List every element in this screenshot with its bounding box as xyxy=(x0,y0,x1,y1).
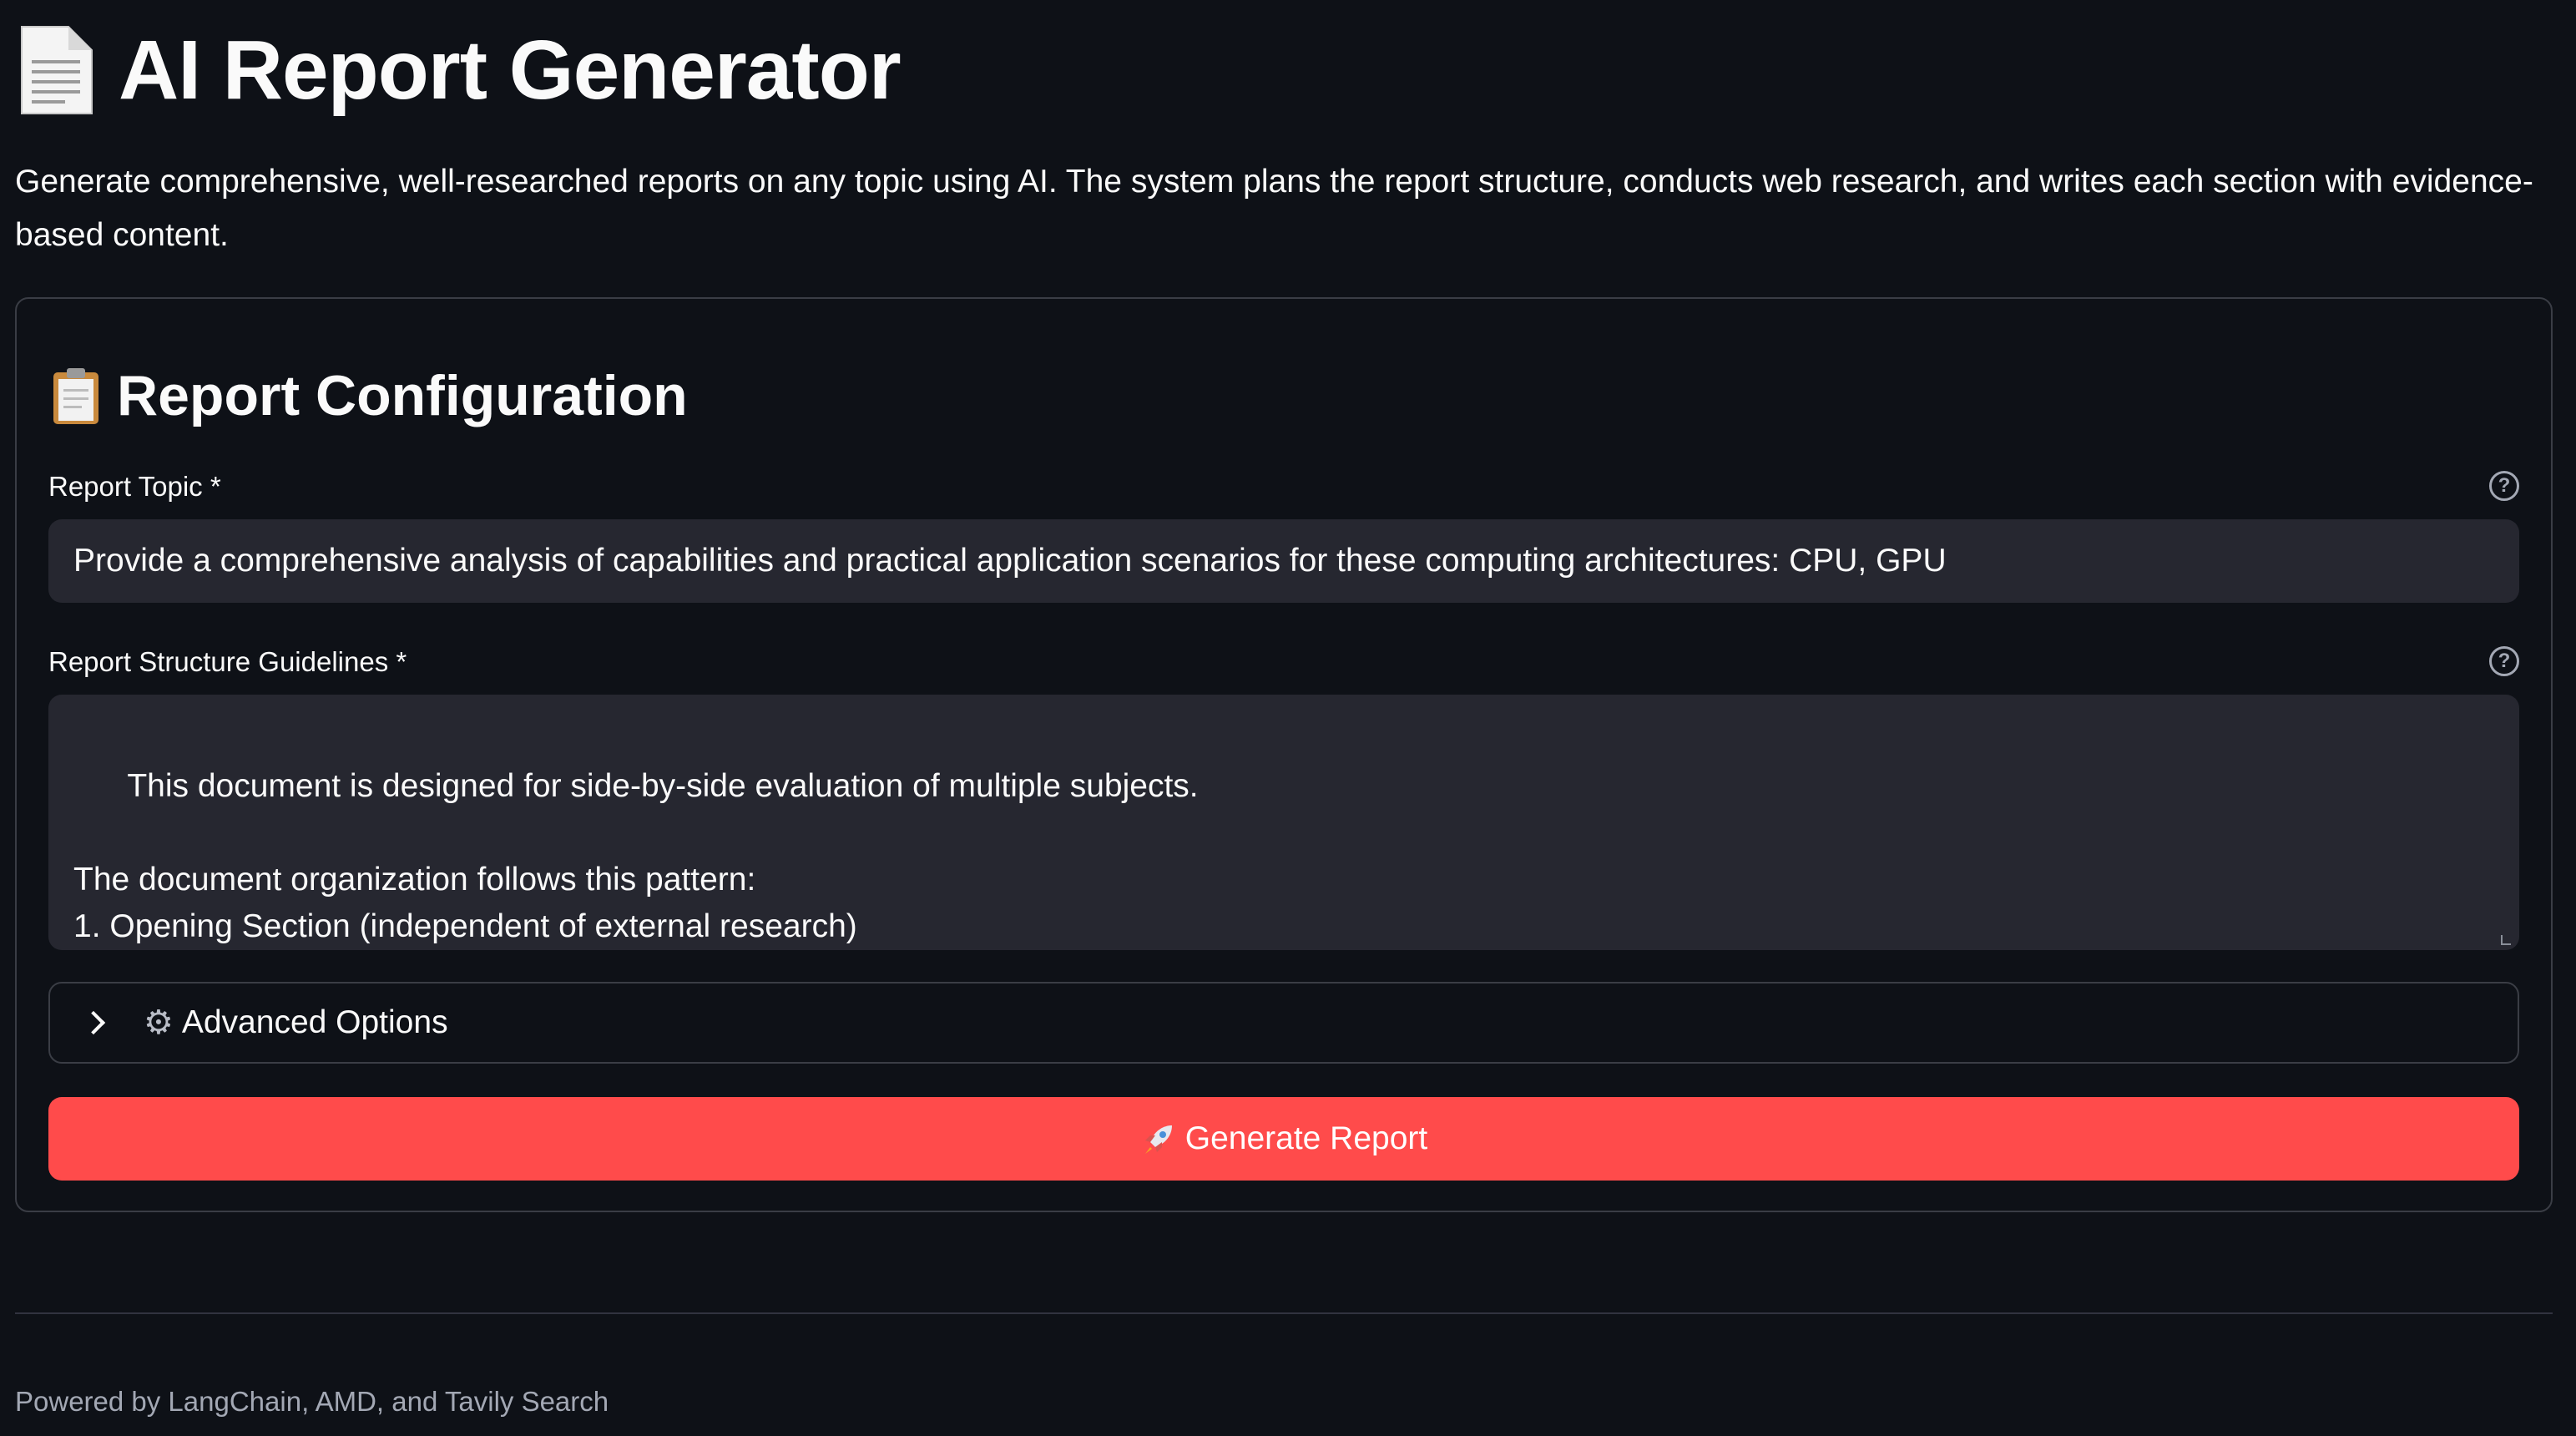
rocket-icon xyxy=(1140,1120,1177,1157)
footer-text: Powered by LangChain, AMD, and Tavily Se… xyxy=(15,1386,609,1417)
generate-report-label: Generate Report xyxy=(1184,1120,1428,1156)
report-configuration-card: Report Configuration Report Topic * ? Pr… xyxy=(15,297,2553,1212)
section-heading: Report Configuration xyxy=(50,362,688,429)
report-topic-label: Report Topic * xyxy=(48,471,221,502)
footer-divider xyxy=(15,1312,2553,1314)
page-title: AI Report Generator xyxy=(119,23,902,117)
report-guidelines-label: Report Structure Guidelines * xyxy=(48,646,407,677)
advanced-options-label: Advanced Options xyxy=(181,1004,448,1040)
generate-report-button[interactable]: Generate Report xyxy=(48,1097,2519,1181)
guidelines-text: This document is designed for side-by-si… xyxy=(73,768,1199,944)
section-title: Report Configuration xyxy=(117,364,688,427)
resize-handle[interactable] xyxy=(2501,935,2511,945)
report-guidelines-textarea[interactable]: This document is designed for side-by-si… xyxy=(48,695,2519,950)
clipboard-icon xyxy=(50,366,102,426)
page-header: AI Report Generator xyxy=(15,12,902,129)
app-page: AI Report Generator Generate comprehensi… xyxy=(0,0,2576,1436)
question-circle-icon[interactable]: ? xyxy=(2489,646,2519,676)
advanced-options-expander[interactable]: ⚙ Advanced Options xyxy=(48,982,2519,1064)
page-description: Generate comprehensive, well-researched … xyxy=(15,164,2533,253)
gear-icon: ⚙ xyxy=(144,1004,174,1041)
page-document-icon xyxy=(15,23,97,117)
question-circle-icon[interactable]: ? xyxy=(2489,471,2519,501)
chevron-right-icon xyxy=(81,1010,106,1035)
report-topic-input[interactable]: Provide a comprehensive analysis of capa… xyxy=(48,519,2519,603)
